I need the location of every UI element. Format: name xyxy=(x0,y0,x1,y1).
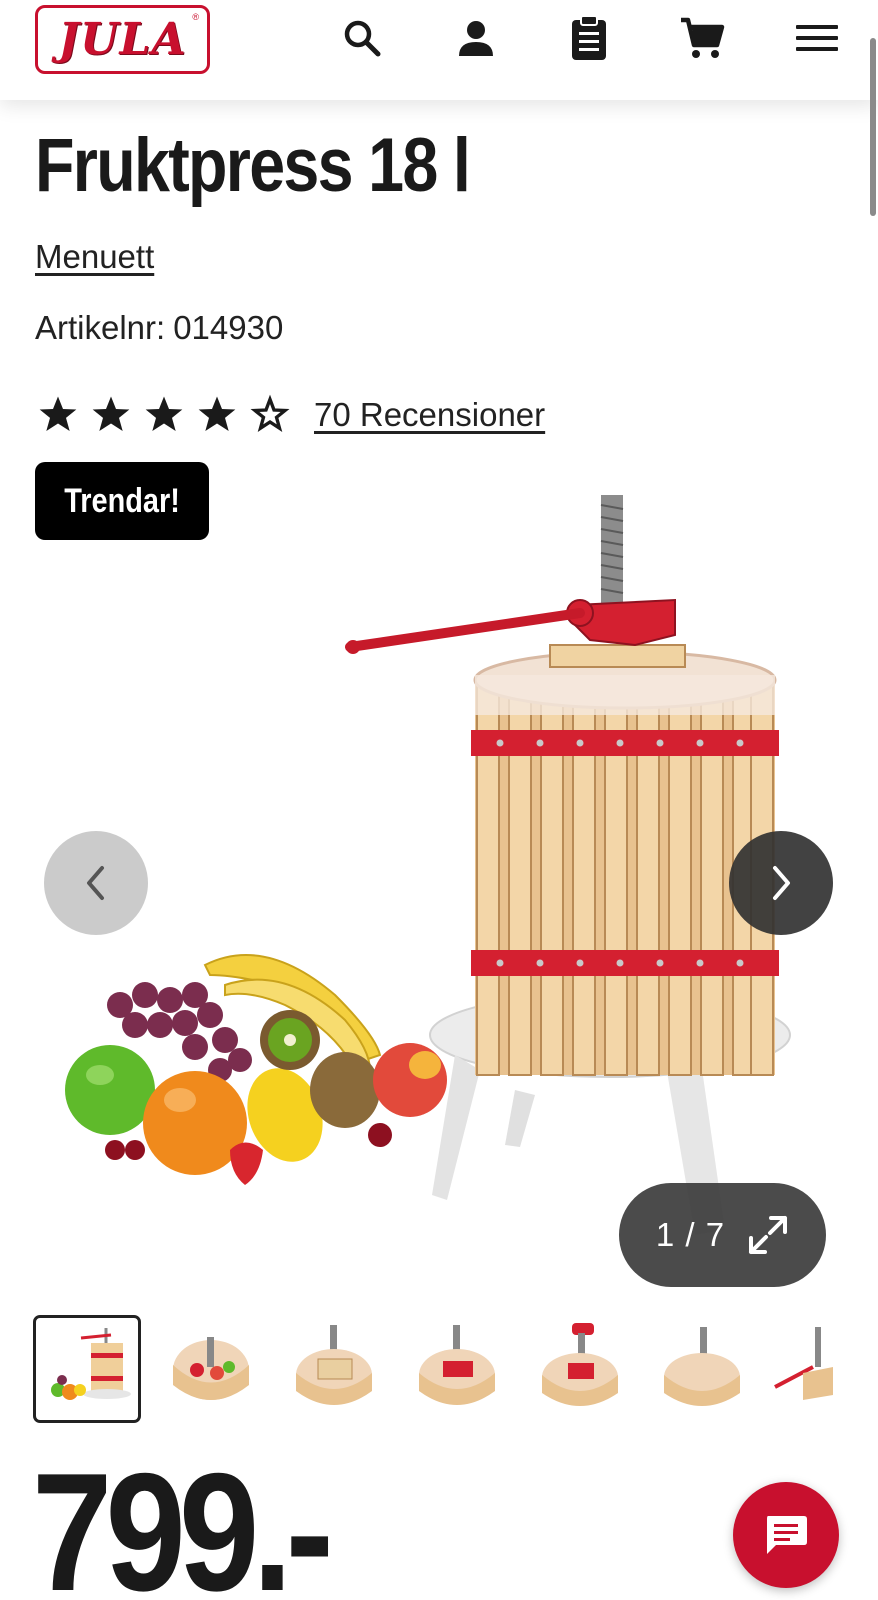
star-filled-icon xyxy=(39,396,77,431)
product-title: Fruktpress 18 l xyxy=(35,123,471,208)
expand-icon xyxy=(749,1216,788,1254)
gallery-next-button[interactable] xyxy=(729,831,833,935)
thumbnail-5[interactable] xyxy=(528,1315,636,1423)
thumbnail-1[interactable] xyxy=(33,1315,141,1423)
article-number-value: 014930 xyxy=(173,309,284,346)
article-number: Artikelnr: 014930 xyxy=(35,309,283,347)
article-number-label: Artikelnr: xyxy=(35,309,166,346)
product-image[interactable] xyxy=(35,495,845,1275)
gallery-prev-button[interactable] xyxy=(44,831,148,935)
gallery-counter-fullscreen-button[interactable]: 1 / 7 xyxy=(619,1183,826,1287)
chevron-right-icon xyxy=(773,866,790,900)
logo-text: JULA xyxy=(58,14,187,65)
thumbnail-3[interactable] xyxy=(282,1315,390,1423)
page-scrollbar[interactable] xyxy=(870,38,876,216)
thumbnail-6[interactable] xyxy=(650,1315,758,1423)
product-price: 799.- xyxy=(32,1438,334,1600)
clipboard-icon[interactable] xyxy=(565,14,613,62)
thumbnail-4[interactable] xyxy=(405,1315,513,1423)
gallery-counter: 1 / 7 xyxy=(655,1216,726,1253)
chat-icon xyxy=(767,1516,807,1554)
gallery-thumbnails xyxy=(33,1315,845,1423)
rating-stars xyxy=(38,394,290,434)
account-icon[interactable] xyxy=(452,14,500,62)
cart-icon[interactable] xyxy=(678,14,726,62)
reviews-link[interactable]: 70 Recensioner xyxy=(314,396,545,434)
thumbnail-7[interactable] xyxy=(773,1315,845,1423)
logo-registered-mark: ® xyxy=(192,12,199,22)
thumbnail-2[interactable] xyxy=(159,1315,267,1423)
star-filled-icon xyxy=(198,396,236,431)
star-filled-icon xyxy=(92,396,130,431)
chevron-left-icon xyxy=(87,866,104,900)
jula-logo[interactable]: JULA ® xyxy=(35,5,210,74)
site-header: JULA ® xyxy=(0,0,878,100)
menu-icon[interactable] xyxy=(793,14,841,62)
star-filled-icon xyxy=(145,396,183,431)
search-icon[interactable] xyxy=(338,14,386,62)
brand-link[interactable]: Menuett xyxy=(35,238,154,276)
star-empty-icon xyxy=(250,394,290,432)
chat-button[interactable] xyxy=(733,1482,839,1588)
